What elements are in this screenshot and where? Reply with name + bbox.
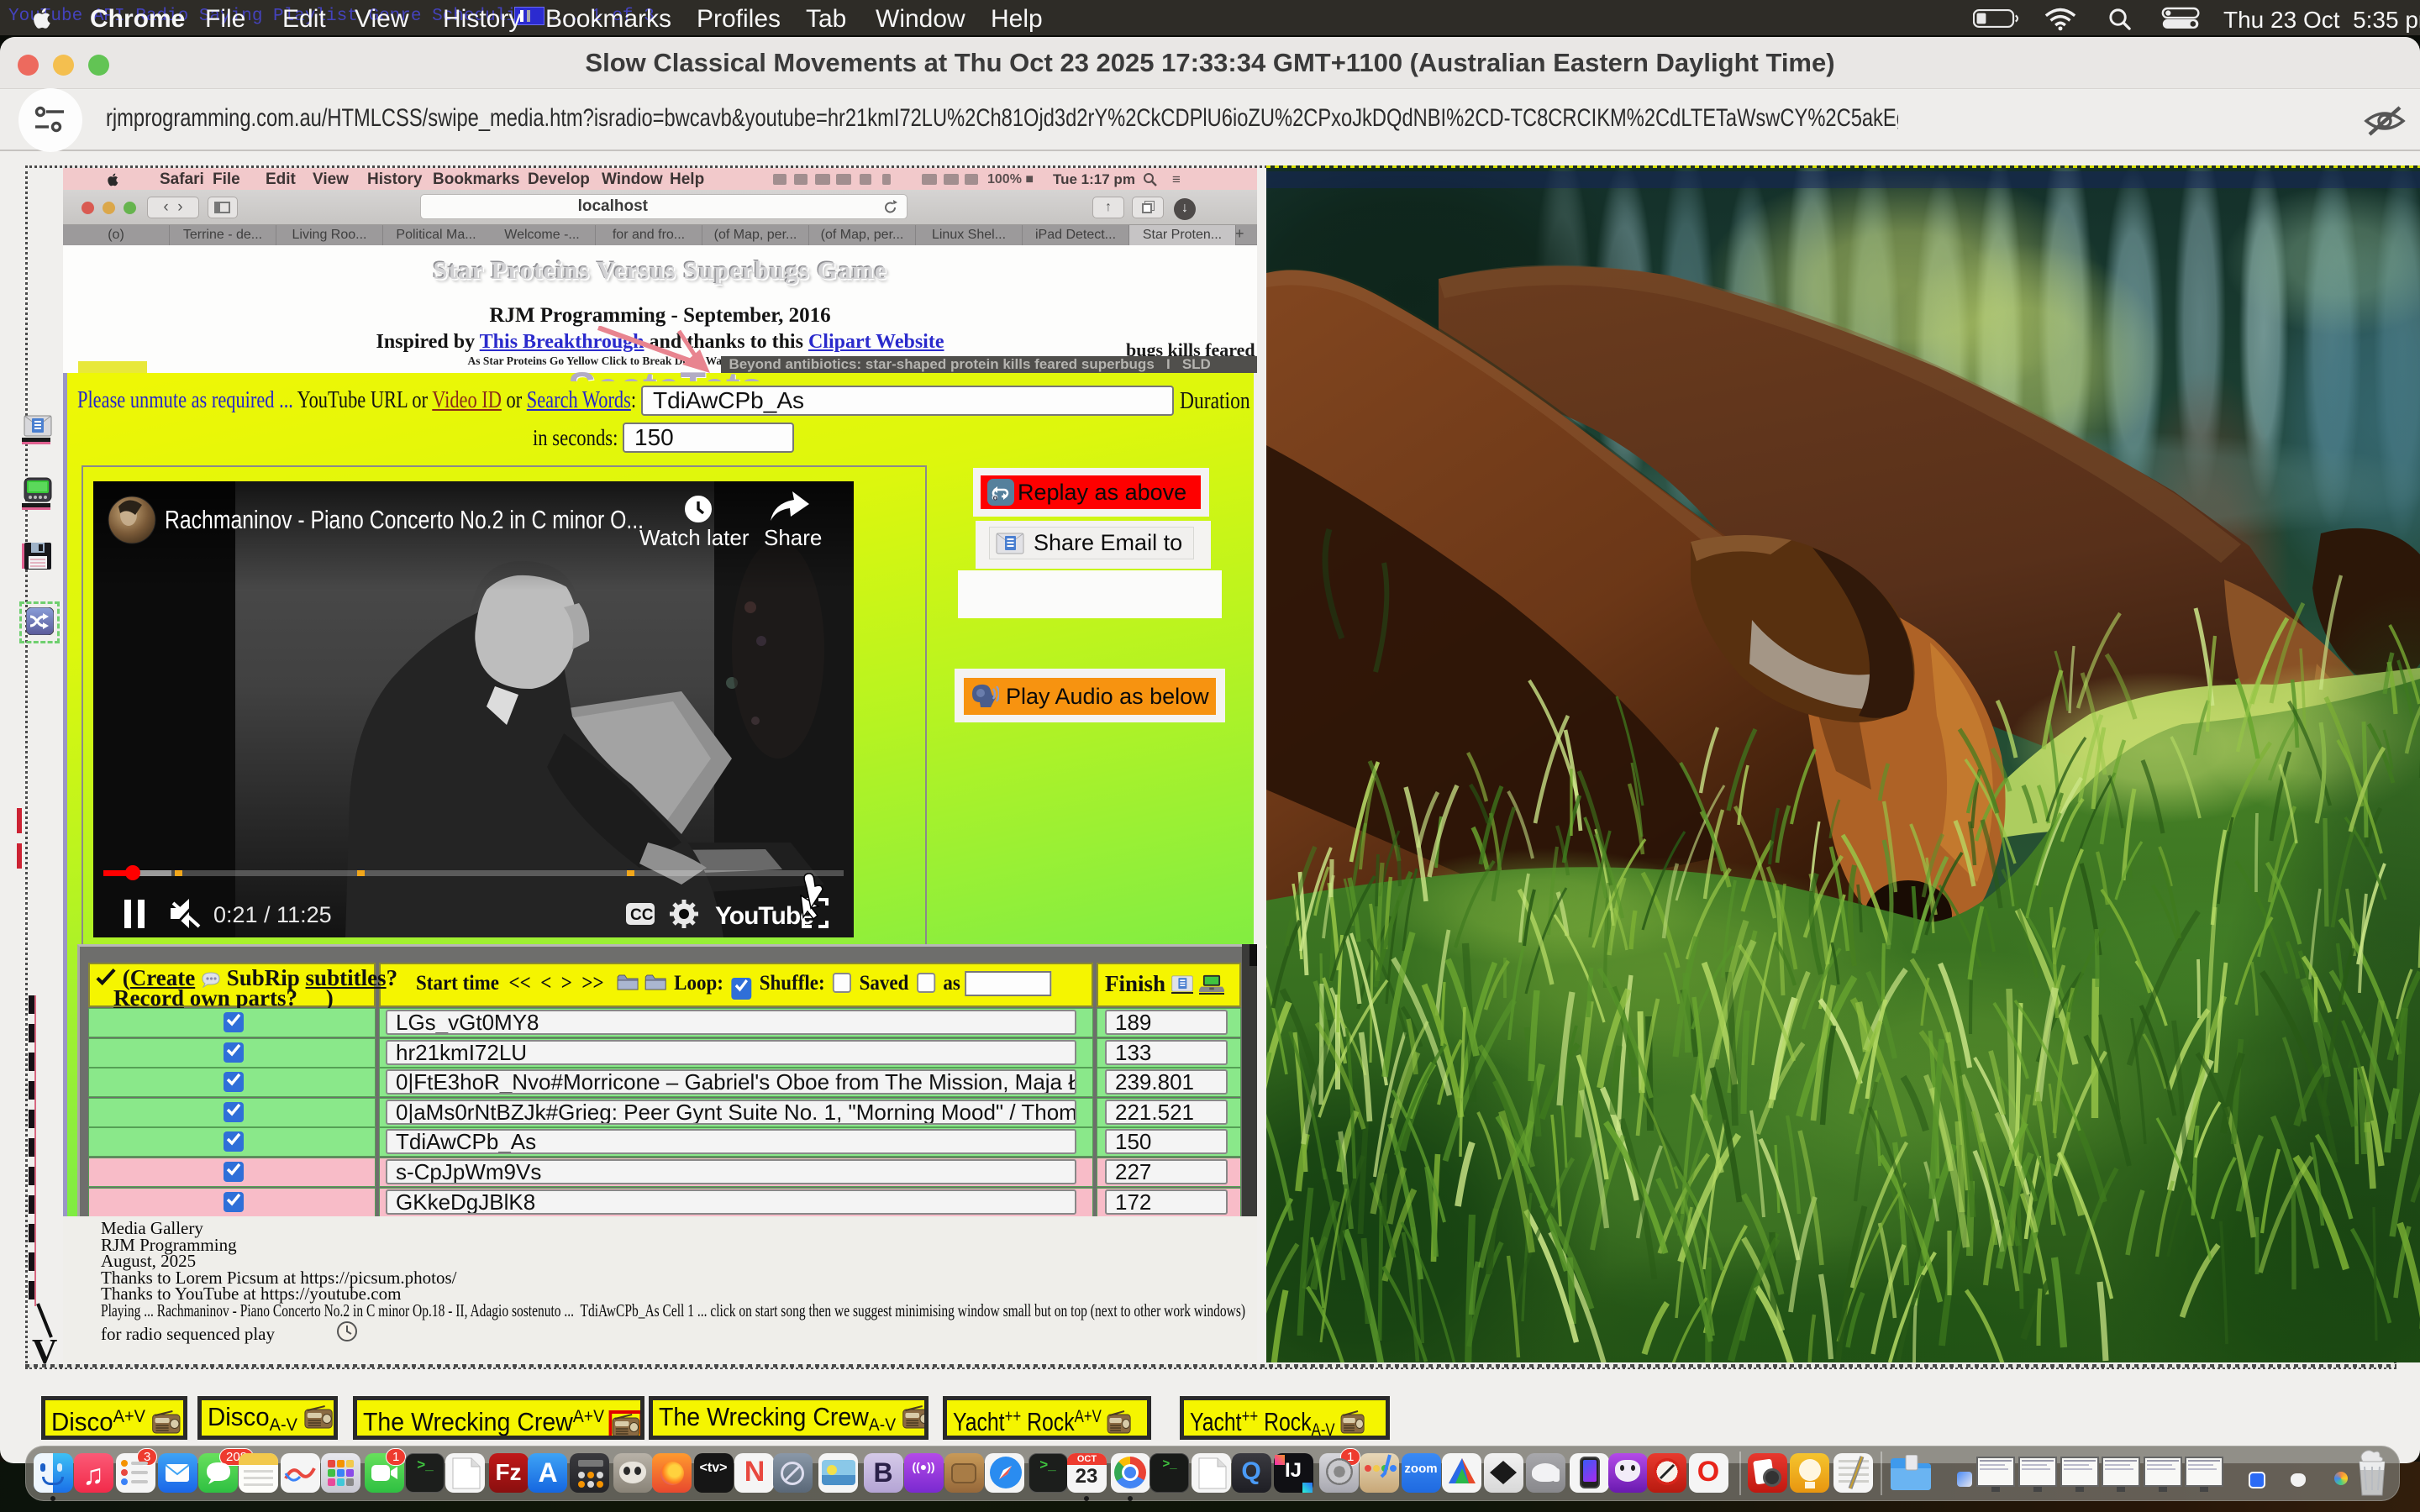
svg-text:Watch later: Watch later	[639, 525, 750, 550]
svg-text:YouTube: YouTube	[715, 902, 813, 930]
svg-text:o: o	[993, 493, 998, 501]
svg-text:0:21 / 11:25: 0:21 / 11:25	[213, 902, 332, 927]
svg-text:Share: Share	[764, 525, 822, 550]
svg-text:CC: CC	[630, 906, 654, 924]
svg-text:Rachmaninov - Piano Concerto N: Rachmaninov - Piano Concerto No.2 in C m…	[165, 505, 644, 534]
